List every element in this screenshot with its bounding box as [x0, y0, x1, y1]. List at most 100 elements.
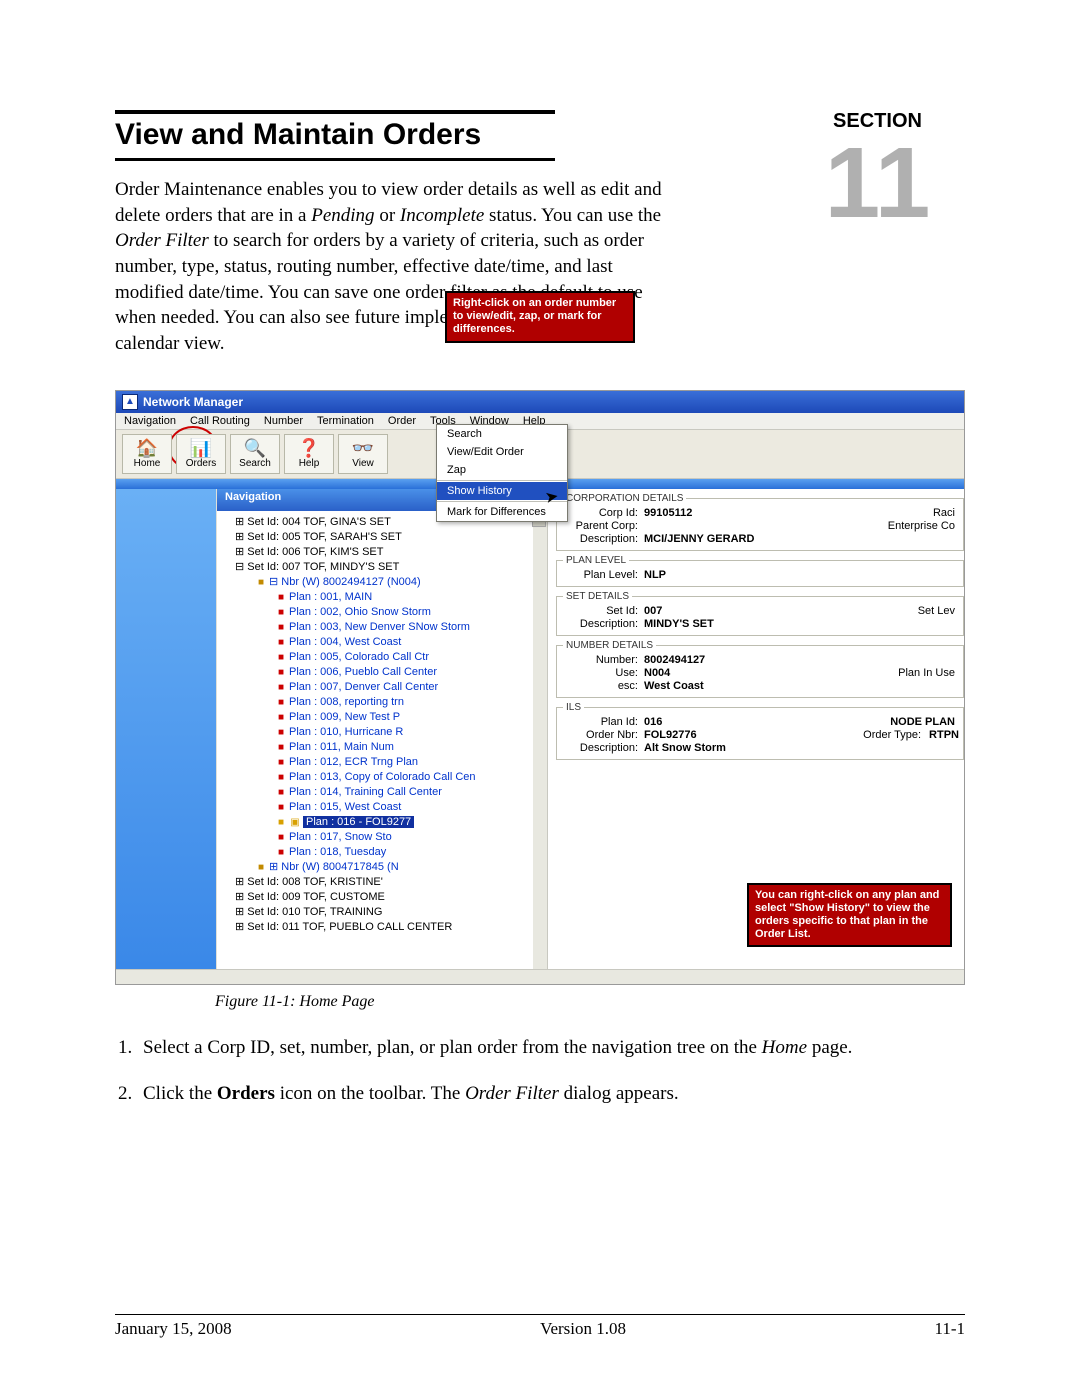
status-bar	[116, 969, 964, 984]
step-item: Click the Orders icon on the toolbar. Th…	[137, 1079, 965, 1108]
tree-icon: ■	[275, 770, 287, 785]
label: Parent Corp:	[563, 520, 638, 532]
tree-item[interactable]: ■▣Plan : 016 - FOL9277	[225, 815, 545, 830]
tree-item[interactable]: ■Plan : 004, West Coast	[225, 635, 545, 650]
tree-item[interactable]: ■Plan : 009, New Test P	[225, 710, 545, 725]
toolbar-home-button[interactable]: 🏠 Home	[122, 434, 172, 474]
label: Corp Id:	[563, 507, 638, 519]
node-plan-link[interactable]: NODE PLAN	[890, 716, 959, 728]
label: Plan Id:	[563, 716, 638, 728]
navigation-tree[interactable]: ⊞ Set Id: 004 TOF, GINA'S SET⊞ Set Id: 0…	[217, 511, 547, 969]
tree-item[interactable]: ■Plan : 007, Denver Call Center	[225, 680, 545, 695]
label: Enterprise Co	[888, 520, 959, 532]
tree-item[interactable]: ⊟ Set Id: 007 TOF, MINDY'S SET	[225, 560, 545, 575]
value: NLP	[644, 569, 666, 581]
tree-item[interactable]: ■Plan : 017, Snow Sto	[225, 830, 545, 845]
tree-icon: ■	[275, 695, 287, 710]
tree-icon: ■	[275, 620, 287, 635]
toolbar-view-button[interactable]: 👓View	[338, 434, 388, 474]
tree-item[interactable]: ⊞ Set Id: 009 TOF, CUSTOME	[225, 890, 545, 905]
tree-item[interactable]: ⊞ Set Id: 008 TOF, KRISTINE'	[225, 875, 545, 890]
tree-item[interactable]: ■Plan : 008, reporting trn	[225, 695, 545, 710]
value: 007	[644, 605, 662, 617]
tree-item[interactable]: ⊞ Set Id: 011 TOF, PUEBLO CALL CENTER	[225, 920, 545, 935]
menu-item[interactable]: Number	[264, 415, 303, 427]
footer-version: Version 1.08	[540, 1319, 626, 1339]
menu-item[interactable]: Call Routing	[190, 415, 250, 427]
value: 016	[644, 716, 662, 728]
group-legend: CORPORATION DETAILS	[563, 493, 686, 504]
toolbar-label: Home	[134, 458, 161, 469]
tree-icon: ■	[275, 635, 287, 650]
group-legend: ILS	[563, 702, 584, 713]
value: N004	[644, 667, 670, 679]
tree-item[interactable]: ■Plan : 006, Pueblo Call Center	[225, 665, 545, 680]
tree-icon: ■	[275, 845, 287, 860]
section-number: 11	[790, 143, 965, 223]
tree-item[interactable]: ■⊞ Nbr (W) 8004717845 (N	[225, 860, 545, 875]
tree-item[interactable]: ■Plan : 001, MAIN	[225, 590, 545, 605]
tree-item[interactable]: ■Plan : 012, ECR Trng Plan	[225, 755, 545, 770]
footer-date: January 15, 2008	[115, 1319, 232, 1339]
tree-icon: ■	[275, 590, 287, 605]
tree-icon: ■	[275, 785, 287, 800]
tree-item[interactable]: ■Plan : 013, Copy of Colorado Call Cen	[225, 770, 545, 785]
value: 99105112	[644, 507, 692, 519]
label: Raci	[933, 507, 959, 519]
home-icon: 🏠	[136, 440, 158, 456]
menu-item[interactable]: Navigation	[124, 415, 176, 427]
tree-icon: ■	[275, 815, 287, 830]
label: Plan In Use	[898, 667, 959, 679]
detail-panel: CORPORATION DETAILS Corp Id: 99105112 Raci…	[548, 489, 964, 969]
tree-item[interactable]: ■Plan : 018, Tuesday	[225, 845, 545, 860]
tree-item[interactable]: ■Plan : 002, Ohio Snow Storm	[225, 605, 545, 620]
callout-box: You can right-click on any plan and sele…	[747, 883, 952, 948]
tree-item[interactable]: ■Plan : 011, Main Num	[225, 740, 545, 755]
step-item: Select a Corp ID, set, number, plan, or …	[137, 1033, 965, 1062]
context-menu-item[interactable]: Zap	[437, 461, 567, 479]
context-menu-item[interactable]: Search	[437, 425, 567, 443]
label: esc:	[563, 680, 638, 692]
tree-item[interactable]: ■Plan : 010, Hurricane R	[225, 725, 545, 740]
label: Use:	[563, 667, 638, 679]
steps-list: Select a Corp ID, set, number, plan, or …	[115, 1033, 965, 1108]
menu-item[interactable]: Termination	[317, 415, 374, 427]
value: RTPN	[929, 729, 959, 741]
tree-item[interactable]: ■⊟ Nbr (W) 8002494127 (N004)	[225, 575, 545, 590]
group-legend: NUMBER DETAILS	[563, 640, 656, 651]
orders-icon: 📊	[190, 440, 212, 456]
tree-item[interactable]: ■Plan : 003, New Denver SNow Storm	[225, 620, 545, 635]
folder-icon: ▣	[289, 815, 301, 830]
footer-page: 11-1	[934, 1319, 965, 1339]
toolbar-help-button[interactable]: ❓Help	[284, 434, 334, 474]
page-footer: January 15, 2008 Version 1.08 11-1	[115, 1314, 965, 1339]
value: West Coast	[644, 680, 704, 692]
search-icon: 🔍	[244, 440, 266, 456]
value: FOL92776	[644, 729, 697, 741]
tree-icon: ■	[275, 830, 287, 845]
label: Set Id:	[563, 605, 638, 617]
tree-icon: ■	[275, 710, 287, 725]
help-icon: ❓	[298, 440, 320, 456]
tree-item[interactable]: ■Plan : 014, Training Call Center	[225, 785, 545, 800]
tree-item[interactable]: ⊞ Set Id: 010 TOF, TRAINING	[225, 905, 545, 920]
tree-item[interactable]: ⊞ Set Id: 005 TOF, SARAH'S SET	[225, 530, 545, 545]
tree-icon: ■	[275, 800, 287, 815]
tree-item[interactable]: ⊞ Set Id: 006 TOF, KIM'S SET	[225, 545, 545, 560]
tree-item[interactable]: ■Plan : 005, Colorado Call Ctr	[225, 650, 545, 665]
label: Number:	[563, 654, 638, 666]
label: Order Type:	[863, 729, 925, 741]
label: Set Lev	[918, 605, 959, 617]
app-window: ▲ Network Manager NavigationCall Routing…	[115, 390, 965, 985]
context-menu-item[interactable]: View/Edit Order	[437, 443, 567, 461]
group-legend: PLAN LEVEL	[563, 555, 629, 566]
menu-item[interactable]: Order	[388, 415, 416, 427]
group-legend: SET DETAILS	[563, 591, 632, 602]
toolbar-search-button[interactable]: 🔍Search	[230, 434, 280, 474]
tree-icon: ■	[255, 860, 267, 875]
scrollbar[interactable]	[533, 511, 547, 969]
value: 8002494127	[644, 654, 705, 666]
rule	[115, 110, 555, 114]
tree-item[interactable]: ■Plan : 015, West Coast	[225, 800, 545, 815]
toolbar-orders-button[interactable]: 📊Orders	[176, 434, 226, 474]
